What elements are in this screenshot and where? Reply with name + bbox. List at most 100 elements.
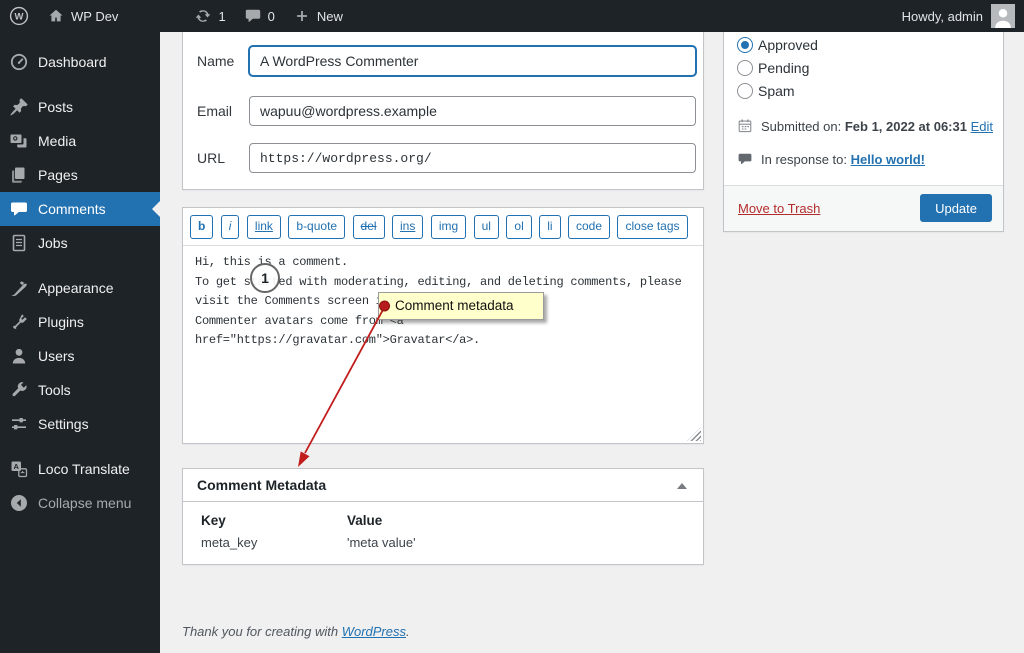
update-button[interactable]: Update [920,194,992,222]
site-name-menu[interactable]: WP Dev [38,0,127,32]
submitted-date: Feb 1, 2022 at 06:31 [844,119,967,134]
sidebar-item-settings[interactable]: Settings [0,407,160,441]
quicktags-toolbar: b i link b-quote del ins img ul ol li co… [183,208,703,245]
metadata-panel-header[interactable]: Comment Metadata [183,469,703,502]
li-button[interactable]: li [539,215,561,239]
meta-value-cell: 'meta value' [347,535,416,550]
comment-author-box: Name Email URL [182,32,704,190]
sidebar-item-label: Loco Translate [38,461,130,477]
radio-pending[interactable] [737,60,753,76]
email-label: Email [197,103,233,119]
ul-button[interactable]: ul [473,215,499,239]
sidebar-item-label: Appearance [38,280,114,296]
credit-prefix: Thank you for creating with [182,624,342,639]
sidebar-item-jobs[interactable]: Jobs [0,226,160,260]
sidebar-item-label: Plugins [38,314,84,330]
blockquote-button[interactable]: b-quote [288,215,346,239]
comment-bubble-icon [738,153,752,165]
radio-approved-label: Approved [758,37,818,53]
del-button[interactable]: del [352,215,385,239]
sidebar-item-loco-translate[interactable]: A Loco Translate [0,452,160,486]
status-panel-footer: Move to Trash Update [724,185,1003,231]
sidebar-item-label: Dashboard [38,54,107,70]
comment-bubble-icon [245,9,260,22]
ins-button[interactable]: ins [392,215,424,239]
sidebar-item-label: Users [38,348,75,364]
email-input[interactable] [249,96,696,126]
status-option-approved[interactable]: Approved [737,37,818,53]
sliders-icon [9,414,29,434]
updates-menu[interactable]: 1 [185,0,234,32]
sidebar-item-label: Posts [38,99,74,115]
url-input[interactable] [249,143,696,173]
home-icon [49,9,63,22]
edit-date-link[interactable]: Edit [971,119,993,134]
media-icon [9,131,29,151]
sidebar-item-posts[interactable]: Posts [0,90,160,124]
sidebar-item-appearance[interactable]: Appearance [0,271,160,305]
wordpress-logo-menu[interactable]: W [0,0,38,32]
ol-button[interactable]: ol [506,215,532,239]
credit-suffix: . [406,624,410,639]
translate-icon: A [9,459,29,479]
sidebar-item-dashboard[interactable]: Dashboard [0,45,160,79]
svg-text:W: W [15,12,24,23]
sidebar-item-pages[interactable]: Pages [0,158,160,192]
pages-icon [9,165,29,185]
status-option-pending[interactable]: Pending [737,60,809,76]
meta-key-cell: meta_key [201,535,258,550]
wordpress-admin-page: W WP Dev 1 0 New Howdy, admin Dashboard … [0,0,1024,653]
comment-bubble-icon [9,199,29,219]
sidebar-item-label: Media [38,133,77,149]
new-label: New [316,8,343,24]
move-to-trash-link[interactable]: Move to Trash [738,186,820,231]
name-input[interactable] [249,46,696,76]
pushpin-icon [9,97,29,117]
code-button[interactable]: code [568,215,611,239]
annotation-tooltip: Comment metadata [378,292,544,320]
link-button[interactable]: link [246,215,281,239]
sidebar-item-plugins[interactable]: Plugins [0,305,160,339]
comment-editor-box: b i link b-quote del ins img ul ol li co… [182,207,704,444]
sidebar-item-users[interactable]: Users [0,339,160,373]
italic-button[interactable]: i [220,215,240,239]
meta-key-header: Key [201,513,226,528]
radio-spam[interactable] [737,83,753,99]
response-label: In response to: [761,152,847,167]
wrench-icon [9,380,29,400]
radio-spam-label: Spam [758,83,795,99]
sidebar-item-label: Collapse menu [38,495,132,511]
collapse-toggle-icon[interactable] [677,483,687,489]
radio-approved[interactable] [737,37,753,53]
comments-menu[interactable]: 0 [235,0,284,32]
sidebar-item-label: Settings [38,416,89,432]
footer-credit: Thank you for creating with WordPress. [182,624,410,639]
metadata-panel-title: Comment Metadata [197,477,327,493]
in-response-row: In response to: Hello world! [737,152,925,167]
plus-icon [296,11,307,21]
my-account-menu[interactable]: Howdy, admin [893,0,1024,32]
close-tags-button[interactable]: close tags [617,215,688,239]
meta-value-header: Value [347,513,383,528]
comment-metadata-panel: Comment Metadata Key Value meta_key 'met… [182,468,704,565]
img-button[interactable]: img [430,215,467,239]
url-label: URL [197,150,226,166]
sidebar-item-tools[interactable]: Tools [0,373,160,407]
sidebar-item-label: Jobs [38,235,68,251]
sidebar-item-media[interactable]: Media [0,124,160,158]
new-content-menu[interactable]: New [284,0,352,32]
calendar-icon [738,119,752,133]
wordpress-link[interactable]: WordPress [342,624,406,639]
submitted-on-row: Submitted on: Feb 1, 2022 at 06:31 Edit [737,119,993,134]
avatar [991,4,1015,28]
admin-sidebar: Dashboard Posts Media Pages Comments Job… [0,32,160,653]
response-post-link[interactable]: Hello world! [851,152,925,167]
sidebar-item-comments[interactable]: Comments [0,192,160,226]
sidebar-item-collapse-menu[interactable]: Collapse menu [0,486,160,520]
status-option-spam[interactable]: Spam [737,83,795,99]
sidebar-item-label: Tools [38,382,71,398]
bold-button[interactable]: b [190,215,214,239]
admin-bar: W WP Dev 1 0 New Howdy, admin [0,0,1024,32]
site-name: WP Dev [71,8,119,24]
user-icon [9,346,29,366]
